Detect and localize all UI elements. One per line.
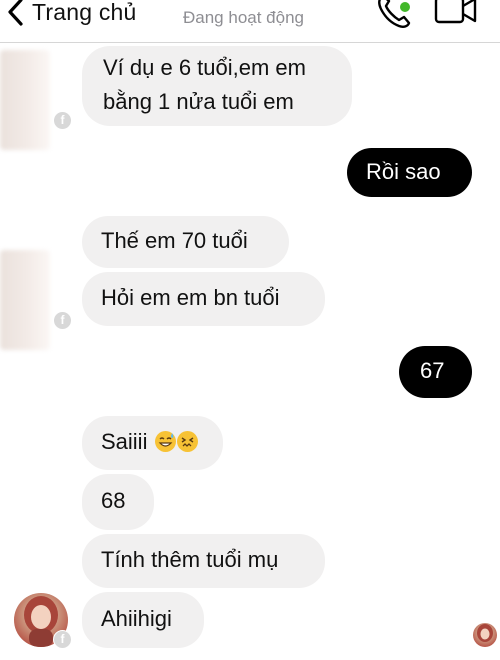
message-text: Ahiihigi [101,606,172,631]
outgoing-message[interactable]: 67 [399,346,472,398]
outgoing-message[interactable]: Rồi sao [347,148,472,197]
incoming-message[interactable]: Ahiihigi [82,592,204,648]
message-text: Hỏi em em bn tuổi [101,285,280,310]
active-status: Đang hoạt động [183,8,304,27]
chat-header: Trang chủ Đang hoạt động [0,0,500,43]
grinning-sweat-emoji-icon [154,431,176,452]
back-button[interactable]: Trang chủ [6,0,137,30]
seen-indicator-avatar [473,623,497,647]
message-text: Tính thêm tuổi mụ [101,547,279,572]
incoming-message[interactable]: Ví dụ e 6 tuổi,em em bằng 1 nửa tuổi em [82,46,352,126]
message-text: 67 [420,358,445,383]
facebook-badge-icon: f [53,630,72,649]
chevron-left-icon [8,0,23,26]
video-call-button[interactable] [433,0,479,26]
video-camera-icon [434,0,477,24]
facebook-badge-icon: f [53,311,72,330]
message-text: Saiiii [101,429,148,454]
message-text: bằng 1 nửa tuổi em [103,89,294,114]
incoming-message[interactable]: Saiiii [82,416,223,470]
phone-icon [378,0,412,28]
incoming-message[interactable]: 68 [82,474,154,530]
message-text: Thế em 70 tuổi [101,228,248,253]
message-text: Ví dụ e 6 tuổi,em em [103,55,306,80]
confounded-emoji-icon [176,431,198,452]
call-button[interactable] [374,0,414,30]
back-label: Trang chủ [32,0,137,25]
incoming-message[interactable]: Hỏi em em bn tuổi [82,272,325,326]
incoming-message[interactable]: Thế em 70 tuổi [82,216,289,268]
sender-avatar[interactable] [0,50,50,150]
sender-avatar[interactable] [0,250,50,350]
incoming-message[interactable]: Tính thêm tuổi mụ [82,534,325,588]
message-text: 68 [101,488,126,513]
message-text: Rồi sao [366,159,441,184]
facebook-badge-icon: f [53,111,72,130]
